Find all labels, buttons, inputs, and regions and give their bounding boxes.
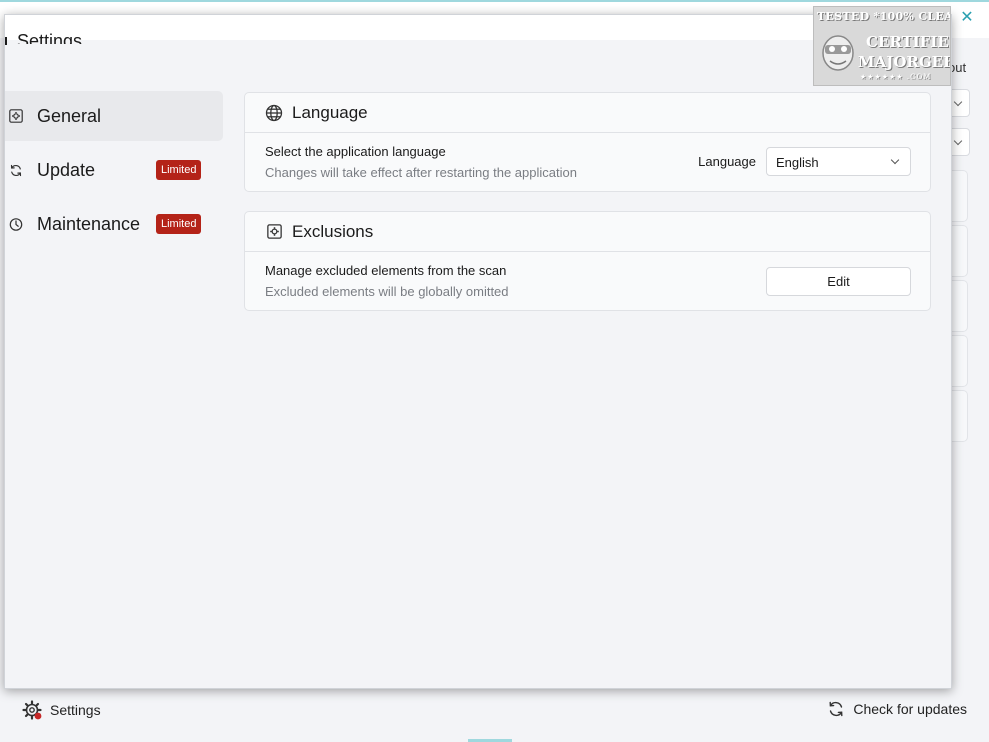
sidebar-item-update[interactable]: Update Limited bbox=[5, 145, 223, 195]
check-updates-button[interactable]: Check for updates bbox=[827, 700, 967, 718]
refresh-icon bbox=[9, 163, 23, 177]
language-select[interactable]: English bbox=[766, 147, 911, 176]
exclusions-card-header: Exclusions bbox=[245, 212, 930, 252]
exclusions-card: Exclusions Manage excluded elements from… bbox=[244, 211, 931, 311]
watermark-line2: CERTIFIED bbox=[866, 33, 950, 51]
sidebar-item-general[interactable]: General bbox=[5, 91, 223, 141]
watermark-line4: ★★★★★★ .COM bbox=[860, 73, 932, 81]
language-card-header: Language bbox=[245, 93, 930, 133]
settings-gear-icon bbox=[22, 700, 42, 720]
language-card: Language Select the application language… bbox=[244, 92, 931, 192]
language-row: Select the application language Changes … bbox=[245, 133, 930, 191]
settings-sidebar: General Update Limited Maintenance Limit… bbox=[5, 91, 223, 253]
globe-icon bbox=[265, 104, 283, 122]
background-card-5 bbox=[950, 390, 968, 442]
refresh-icon bbox=[827, 700, 845, 718]
exclusions-card-title: Exclusions bbox=[292, 221, 374, 241]
gear-square-icon bbox=[265, 223, 283, 241]
title-mark bbox=[5, 37, 7, 45]
majorgeeks-watermark: TESTED *100% CLEAN CERTIFIED MAJORGEEKS … bbox=[813, 6, 951, 86]
footer-settings-button[interactable]: Settings bbox=[22, 700, 101, 720]
check-updates-label: Check for updates bbox=[853, 701, 967, 717]
background-card-2 bbox=[950, 225, 968, 277]
background-card-4 bbox=[950, 335, 968, 387]
gear-square-icon bbox=[9, 109, 23, 123]
limited-badge: Limited bbox=[156, 160, 202, 180]
sidebar-item-label: Maintenance bbox=[37, 213, 141, 234]
dialog-title: Settings bbox=[17, 32, 83, 44]
watermark-line1: TESTED *100% CLEAN bbox=[817, 10, 951, 23]
language-card-title: Language bbox=[292, 102, 368, 122]
exclusions-row: Manage excluded elements from the scan E… bbox=[245, 252, 930, 310]
background-card-3 bbox=[950, 280, 968, 332]
mascot-icon bbox=[818, 29, 858, 79]
sidebar-item-label: Update bbox=[37, 159, 96, 180]
background-card-1 bbox=[950, 170, 968, 222]
close-icon[interactable]: ✕ bbox=[957, 8, 977, 28]
dialog-titlebar: Settings bbox=[5, 15, 951, 45]
footer-settings-label: Settings bbox=[50, 702, 101, 718]
sidebar-item-label: General bbox=[37, 105, 102, 126]
watermark-line3: MAJORGEEKS bbox=[858, 53, 950, 71]
limited-badge: Limited bbox=[156, 214, 202, 234]
sidebar-item-maintenance[interactable]: Maintenance Limited bbox=[5, 199, 223, 249]
settings-dialog: Settings General Update Limited Maintena… bbox=[4, 14, 952, 689]
clock-icon bbox=[9, 217, 23, 231]
language-field-label: Language bbox=[698, 154, 756, 169]
edit-exclusions-button[interactable]: Edit bbox=[766, 267, 911, 296]
